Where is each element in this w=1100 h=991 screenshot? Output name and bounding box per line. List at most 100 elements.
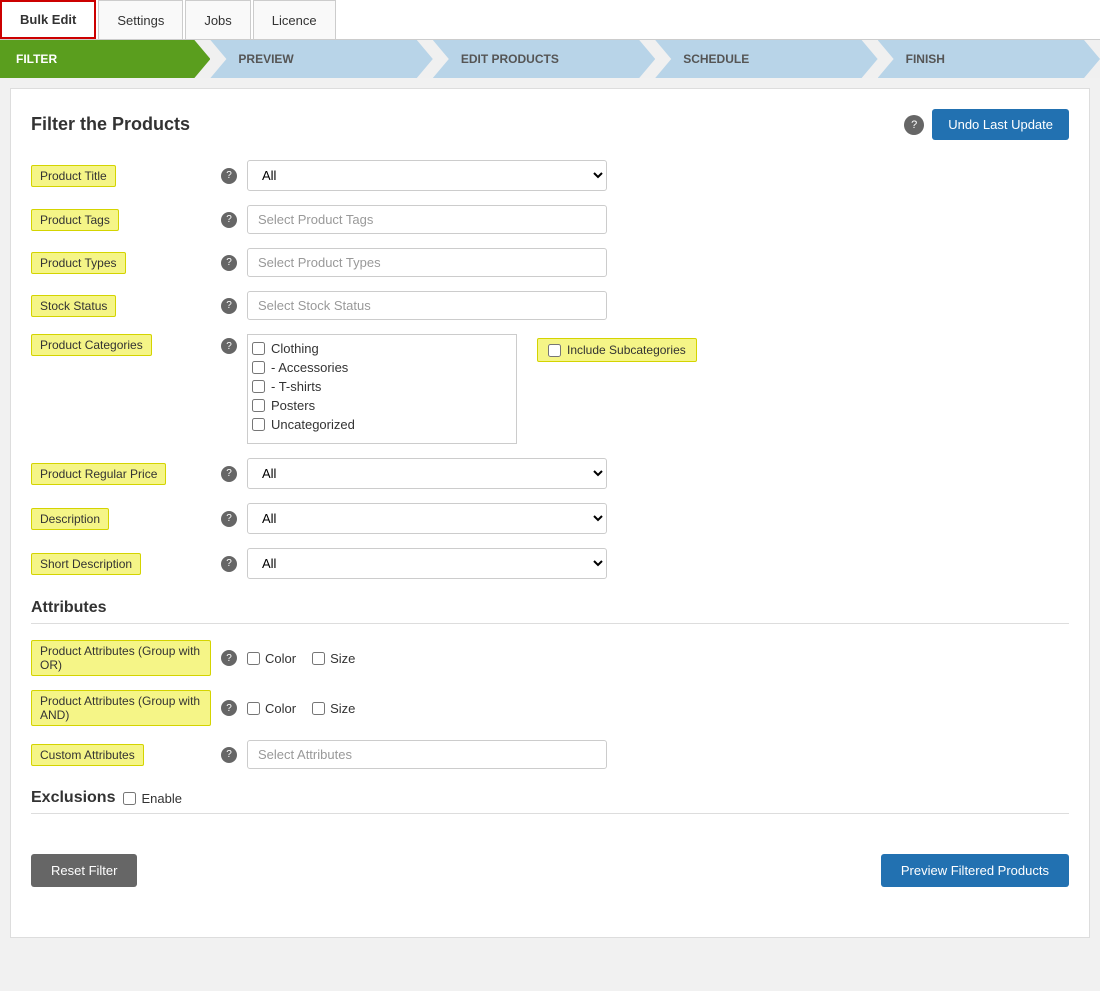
product-title-row: Product Title ? All Contains Does not co… <box>31 160 1069 191</box>
custom-attributes-label: Custom Attributes <box>31 744 211 766</box>
exclusions-enable-checkbox[interactable] <box>123 792 136 805</box>
product-tags-label: Product Tags <box>31 209 211 231</box>
product-attributes-and-label: Product Attributes (Group with AND) <box>31 690 211 726</box>
category-checkbox-posters[interactable] <box>252 399 265 412</box>
stock-status-info-icon[interactable]: ? <box>221 298 237 314</box>
product-categories-row: Product Categories ? Clothing - Accessor… <box>31 334 1069 444</box>
reset-filter-button[interactable]: Reset Filter <box>31 854 137 887</box>
custom-attributes-info-icon[interactable]: ? <box>221 747 237 763</box>
product-title-label: Product Title <box>31 165 211 187</box>
attributes-or-checkbox-group: Color Size <box>247 651 607 666</box>
stock-status-control <box>247 291 607 320</box>
description-label: Description <box>31 508 211 530</box>
main-content: Filter the Products ? Undo Last Update P… <box>10 88 1090 938</box>
page-title: Filter the Products <box>31 114 190 135</box>
stock-status-input[interactable] <box>247 291 607 320</box>
exclusions-divider <box>31 813 1069 814</box>
list-item: - Accessories <box>252 358 512 377</box>
step-filter: FILTER <box>0 40 210 78</box>
header-right: ? Undo Last Update <box>904 109 1069 140</box>
include-subcategories-label[interactable]: Include Subcategories <box>537 338 697 362</box>
product-title-select[interactable]: All Contains Does not contain <box>247 160 607 191</box>
short-description-info-icon[interactable]: ? <box>221 556 237 572</box>
stock-status-row: Stock Status ? <box>31 291 1069 320</box>
product-tags-row: Product Tags ? <box>31 205 1069 234</box>
description-select[interactable]: All Contains Does not contain <box>247 503 607 534</box>
product-attributes-and-row: Product Attributes (Group with AND) ? Co… <box>31 690 1069 726</box>
product-tags-control <box>247 205 607 234</box>
attributes-and-color-item[interactable]: Color <box>247 701 296 716</box>
attributes-or-size-item[interactable]: Size <box>312 651 355 666</box>
help-icon[interactable]: ? <box>904 115 924 135</box>
product-regular-price-label: Product Regular Price <box>31 463 211 485</box>
attributes-and-color-checkbox[interactable] <box>247 702 260 715</box>
product-attributes-or-info-icon[interactable]: ? <box>221 650 237 666</box>
attributes-or-size-checkbox[interactable] <box>312 652 325 665</box>
progress-bar: FILTER PREVIEW EDIT PRODUCTS SCHEDULE FI… <box>0 40 1100 78</box>
attributes-or-color-checkbox[interactable] <box>247 652 260 665</box>
product-types-row: Product Types ? <box>31 248 1069 277</box>
list-item: Uncategorized <box>252 415 512 434</box>
tab-bulk-edit[interactable]: Bulk Edit <box>0 0 96 39</box>
page-header: Filter the Products ? Undo Last Update <box>31 109 1069 140</box>
short-description-row: Short Description ? All Contains Does no… <box>31 548 1069 579</box>
stock-status-label: Stock Status <box>31 295 211 317</box>
product-attributes-or-label: Product Attributes (Group with OR) <box>31 640 211 676</box>
attributes-divider <box>31 623 1069 624</box>
description-row: Description ? All Contains Does not cont… <box>31 503 1069 534</box>
attributes-and-size-checkbox[interactable] <box>312 702 325 715</box>
preview-filtered-products-button[interactable]: Preview Filtered Products <box>881 854 1069 887</box>
product-regular-price-row: Product Regular Price ? All Greater than… <box>31 458 1069 489</box>
include-subcategories-checkbox[interactable] <box>548 344 561 357</box>
category-checkbox-accessories[interactable] <box>252 361 265 374</box>
exclusions-title: Exclusions <box>31 789 115 807</box>
product-types-control <box>247 248 607 277</box>
step-edit-products: EDIT PRODUCTS <box>433 40 655 78</box>
category-listbox[interactable]: Clothing - Accessories - T-shirts Poster… <box>247 334 517 444</box>
tab-licence[interactable]: Licence <box>253 0 336 39</box>
product-categories-label: Product Categories <box>31 334 211 356</box>
list-item: Clothing <box>252 339 512 358</box>
tab-settings[interactable]: Settings <box>98 0 183 39</box>
attributes-section-title: Attributes <box>31 599 1069 617</box>
undo-last-update-button[interactable]: Undo Last Update <box>932 109 1069 140</box>
product-attributes-and-info-icon[interactable]: ? <box>221 700 237 716</box>
exclusions-enable-label[interactable]: Enable <box>123 791 181 806</box>
top-tab-bar: Bulk Edit Settings Jobs Licence <box>0 0 1100 40</box>
product-types-label: Product Types <box>31 252 211 274</box>
product-title-control: All Contains Does not contain <box>247 160 607 191</box>
product-attributes-or-row: Product Attributes (Group with OR) ? Col… <box>31 640 1069 676</box>
product-regular-price-info-icon[interactable]: ? <box>221 466 237 482</box>
attributes-or-color-item[interactable]: Color <box>247 651 296 666</box>
list-item: - T-shirts <box>252 377 512 396</box>
step-finish: FINISH <box>878 40 1100 78</box>
description-info-icon[interactable]: ? <box>221 511 237 527</box>
custom-attributes-row: Custom Attributes ? <box>31 740 1069 769</box>
product-tags-input[interactable] <box>247 205 607 234</box>
product-types-info-icon[interactable]: ? <box>221 255 237 271</box>
short-description-select[interactable]: All Contains Does not contain <box>247 548 607 579</box>
product-title-info-icon[interactable]: ? <box>221 168 237 184</box>
product-tags-info-icon[interactable]: ? <box>221 212 237 228</box>
short-description-label: Short Description <box>31 553 211 575</box>
step-preview: PREVIEW <box>210 40 432 78</box>
short-description-control: All Contains Does not contain <box>247 548 607 579</box>
footer-buttons: Reset Filter Preview Filtered Products <box>31 844 1069 887</box>
step-schedule: SCHEDULE <box>655 40 877 78</box>
product-attributes-or-control: Color Size <box>247 651 607 666</box>
category-checkbox-uncategorized[interactable] <box>252 418 265 431</box>
product-attributes-and-control: Color Size <box>247 701 607 716</box>
product-regular-price-select[interactable]: All Greater than Less than Equal to <box>247 458 607 489</box>
category-checkbox-tshirts[interactable] <box>252 380 265 393</box>
exclusions-row: Exclusions Enable <box>31 789 1069 807</box>
custom-attributes-control <box>247 740 607 769</box>
tab-jobs[interactable]: Jobs <box>185 0 250 39</box>
custom-attributes-input[interactable] <box>247 740 607 769</box>
category-checkbox-clothing[interactable] <box>252 342 265 355</box>
product-categories-info-icon[interactable]: ? <box>221 338 237 354</box>
list-item: Posters <box>252 396 512 415</box>
product-types-input[interactable] <box>247 248 607 277</box>
attributes-and-size-item[interactable]: Size <box>312 701 355 716</box>
description-control: All Contains Does not contain <box>247 503 607 534</box>
product-regular-price-control: All Greater than Less than Equal to <box>247 458 607 489</box>
